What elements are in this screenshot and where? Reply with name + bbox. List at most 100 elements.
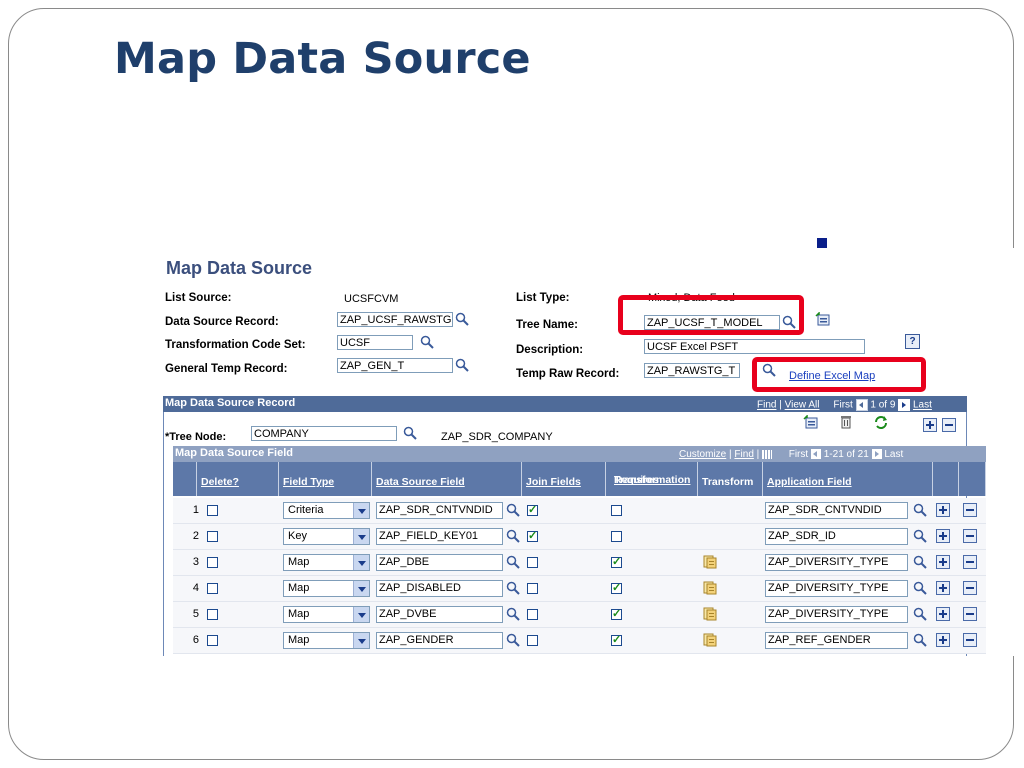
column-data-source-field[interactable]: Data Source Field (372, 462, 522, 496)
refresh-icon[interactable] (873, 415, 889, 429)
chevron-down-icon[interactable] (353, 503, 369, 518)
previous-arrow-icon[interactable] (810, 449, 821, 460)
join-fields-checkbox[interactable] (527, 529, 538, 542)
field-type-select[interactable]: Map (283, 632, 370, 649)
application-field-lookup-icon[interactable] (913, 607, 927, 621)
data-source-field-lookup-icon[interactable] (506, 581, 520, 595)
chevron-down-icon[interactable] (353, 607, 369, 622)
help-icon[interactable]: ? (905, 334, 920, 349)
next-arrow-icon[interactable] (871, 449, 882, 460)
delete-checkbox[interactable] (207, 531, 218, 542)
column-application-field[interactable]: Application Field (763, 462, 933, 496)
add-row-button[interactable] (936, 555, 950, 569)
requires-transformation-checkbox[interactable] (611, 531, 622, 542)
field-type-select[interactable]: Map (283, 606, 370, 623)
general-temp-record-lookup-icon[interactable] (455, 358, 469, 372)
join-fields-checkbox[interactable] (527, 609, 538, 620)
chevron-down-icon[interactable] (353, 633, 369, 648)
transform-page-icon[interactable] (703, 607, 719, 621)
join-fields-checkbox[interactable] (527, 635, 538, 646)
general-temp-record-field[interactable]: ZAP_GEN_T (337, 358, 453, 373)
record-find-link[interactable]: Find (757, 400, 776, 411)
delete-row-button[interactable] (963, 529, 977, 543)
data-source-field-lookup-icon[interactable] (506, 503, 520, 517)
requires-transformation-checkbox[interactable] (611, 581, 622, 594)
transformation-code-set-field[interactable]: UCSF (337, 335, 413, 350)
delete-checkbox[interactable] (207, 583, 218, 594)
application-field-input[interactable]: ZAP_DIVERSITY_TYPE (765, 554, 908, 571)
trash-icon[interactable] (838, 415, 854, 429)
transform-page-icon[interactable] (703, 581, 719, 595)
application-field-lookup-icon[interactable] (913, 503, 927, 517)
record-view-all-link[interactable]: View All (785, 400, 820, 411)
field-type-select[interactable]: Key (283, 528, 370, 545)
previous-arrow-icon[interactable] (855, 399, 868, 411)
transform-page-icon[interactable] (703, 633, 719, 647)
requires-transformation-checkbox[interactable] (611, 607, 622, 620)
requires-transformation-checkbox[interactable] (611, 555, 622, 568)
add-row-button[interactable] (936, 581, 950, 595)
chevron-down-icon[interactable] (353, 555, 369, 570)
column-requires-transformation[interactable]: Requires Transformation (606, 462, 698, 496)
data-source-field-lookup-icon[interactable] (506, 555, 520, 569)
chevron-down-icon[interactable] (353, 529, 369, 544)
add-row-button[interactable] (936, 503, 950, 517)
application-field-input[interactable]: ZAP_SDR_CNTVNDID (765, 502, 908, 519)
delete-checkbox[interactable] (207, 557, 218, 568)
delete-row-button[interactable] (963, 503, 977, 517)
add-tree-icon[interactable] (815, 311, 831, 326)
field-find-link[interactable]: Find (734, 449, 753, 460)
add-record-icon[interactable] (803, 414, 819, 429)
customize-link[interactable]: Customize (679, 449, 726, 460)
delete-row-button[interactable] (963, 607, 977, 621)
tree-node-field[interactable]: COMPANY (251, 426, 397, 441)
delete-row-button[interactable] (963, 555, 977, 569)
application-field-input[interactable]: ZAP_REF_GENDER (765, 632, 908, 649)
data-source-field-input[interactable]: ZAP_GENDER (376, 632, 503, 649)
data-source-field-lookup-icon[interactable] (506, 633, 520, 647)
view-all-grid-icon[interactable] (762, 449, 773, 459)
add-row-button[interactable] (936, 607, 950, 621)
delete-row-button[interactable] (963, 633, 977, 647)
column-join-fields[interactable]: Join Fields (522, 462, 606, 496)
requires-transformation-checkbox[interactable] (611, 633, 622, 646)
data-source-field-lookup-icon[interactable] (506, 607, 520, 621)
delete-record-row-button[interactable] (942, 418, 956, 432)
data-source-field-input[interactable]: ZAP_DVBE (376, 606, 503, 623)
join-fields-checkbox[interactable] (527, 583, 538, 594)
transformation-code-set-lookup-icon[interactable] (420, 335, 434, 349)
data-source-record-lookup-icon[interactable] (455, 312, 469, 326)
tree-node-lookup-icon[interactable] (403, 426, 417, 440)
application-field-input[interactable]: ZAP_DIVERSITY_TYPE (765, 606, 908, 623)
join-fields-checkbox[interactable] (527, 557, 538, 568)
application-field-input[interactable]: ZAP_DIVERSITY_TYPE (765, 580, 908, 597)
add-row-button[interactable] (936, 529, 950, 543)
application-field-lookup-icon[interactable] (913, 529, 927, 543)
requires-transformation-checkbox[interactable] (611, 505, 622, 516)
delete-row-button[interactable] (963, 581, 977, 595)
description-field[interactable]: UCSF Excel PSFT (644, 339, 865, 354)
application-field-lookup-icon[interactable] (913, 581, 927, 595)
delete-checkbox[interactable] (207, 635, 218, 646)
add-row-button[interactable] (936, 633, 950, 647)
field-type-select[interactable]: Map (283, 554, 370, 571)
application-field-lookup-icon[interactable] (913, 555, 927, 569)
delete-checkbox[interactable] (207, 609, 218, 620)
field-type-select[interactable]: Map (283, 580, 370, 597)
temp-raw-record-field[interactable]: ZAP_RAWSTG_T (644, 363, 740, 378)
data-source-field-input[interactable]: ZAP_DISABLED (376, 580, 503, 597)
delete-checkbox[interactable] (207, 505, 218, 516)
transform-page-icon[interactable] (703, 555, 719, 569)
record-last-link[interactable]: Last (913, 400, 932, 411)
application-field-lookup-icon[interactable] (913, 633, 927, 647)
application-field-input[interactable]: ZAP_SDR_ID (765, 528, 908, 545)
data-source-record-field[interactable]: ZAP_UCSF_RAWSTG (337, 312, 453, 327)
data-source-field-input[interactable]: ZAP_DBE (376, 554, 503, 571)
column-field-type[interactable]: Field Type (279, 462, 372, 496)
chevron-down-icon[interactable] (353, 581, 369, 596)
add-record-row-button[interactable] (923, 418, 937, 432)
data-source-field-lookup-icon[interactable] (506, 529, 520, 543)
data-source-field-input[interactable]: ZAP_SDR_CNTVNDID (376, 502, 503, 519)
data-source-field-input[interactable]: ZAP_FIELD_KEY01 (376, 528, 503, 545)
join-fields-checkbox[interactable] (527, 503, 538, 516)
